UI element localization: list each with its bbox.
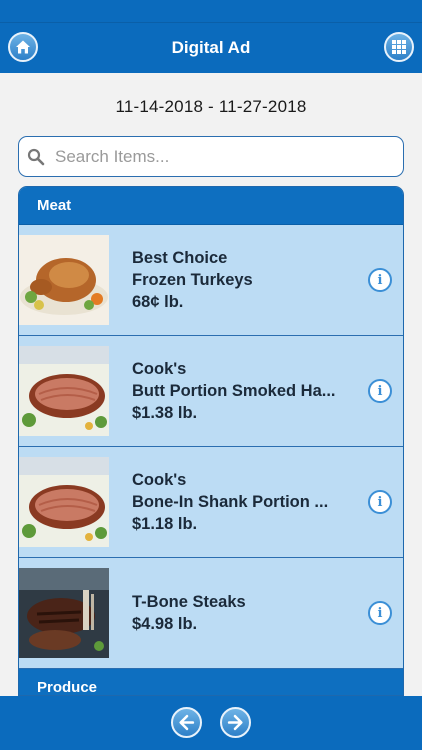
list-item[interactable]: T-Bone Steaks $4.98 lb. i	[19, 558, 403, 669]
top-nav-bar: Digital Ad	[0, 22, 422, 73]
list-item[interactable]: Cook's Butt Portion Smoked Ha... $1.38 l…	[19, 336, 403, 447]
status-bar	[0, 0, 422, 22]
section-header-produce: Produce	[19, 669, 403, 695]
page-title: Digital Ad	[171, 38, 251, 57]
item-details: Best Choice Frozen Turkeys 68¢ lb.	[132, 225, 357, 335]
arrow-left-icon	[179, 714, 195, 731]
item-name: Frozen Turkeys	[132, 271, 253, 289]
item-price: $4.98 lb.	[132, 615, 198, 633]
product-image-ham	[19, 346, 109, 436]
info-icon[interactable]: i	[368, 268, 392, 292]
grid-menu-icon	[392, 40, 406, 54]
product-image-steak	[19, 568, 109, 658]
item-price: 68¢ lb.	[132, 293, 184, 311]
list-item[interactable]: Cook's Bone-In Shank Portion ... $1.18 l…	[19, 447, 403, 558]
item-name: Bone-In Shank Portion ...	[132, 493, 329, 511]
product-image-ham	[19, 457, 109, 547]
info-icon[interactable]: i	[368, 379, 392, 403]
grid-menu-button[interactable]	[384, 32, 414, 62]
search-input[interactable]	[53, 145, 387, 168]
product-image-turkey	[19, 235, 109, 325]
next-button[interactable]	[220, 707, 251, 738]
previous-button[interactable]	[171, 707, 202, 738]
item-name: T-Bone Steaks	[132, 593, 246, 611]
ad-item-list[interactable]: Meat Best Choice Frozen Turkeys 68¢ lb. …	[18, 186, 404, 696]
item-price: $1.38 lb.	[132, 404, 198, 422]
ad-date-range: 11-14-2018 - 11-27-2018	[115, 97, 307, 116]
search-icon	[27, 148, 45, 165]
item-brand: Best Choice	[132, 249, 228, 267]
search-field[interactable]	[18, 136, 404, 177]
item-brand: Cook's	[132, 471, 187, 489]
arrow-right-icon	[227, 714, 243, 731]
bottom-nav-bar	[0, 696, 422, 750]
item-brand: Cook's	[132, 360, 187, 378]
info-icon[interactable]: i	[368, 601, 392, 625]
item-details: T-Bone Steaks $4.98 lb.	[132, 558, 357, 668]
item-price: $1.18 lb.	[132, 515, 198, 533]
list-item[interactable]: Best Choice Frozen Turkeys 68¢ lb. i	[19, 225, 403, 336]
item-details: Cook's Butt Portion Smoked Ha... $1.38 l…	[132, 336, 357, 446]
info-icon[interactable]: i	[368, 490, 392, 514]
section-header-meat: Meat	[19, 187, 403, 225]
item-details: Cook's Bone-In Shank Portion ... $1.18 l…	[132, 447, 357, 557]
item-name: Butt Portion Smoked Ha...	[132, 382, 336, 400]
